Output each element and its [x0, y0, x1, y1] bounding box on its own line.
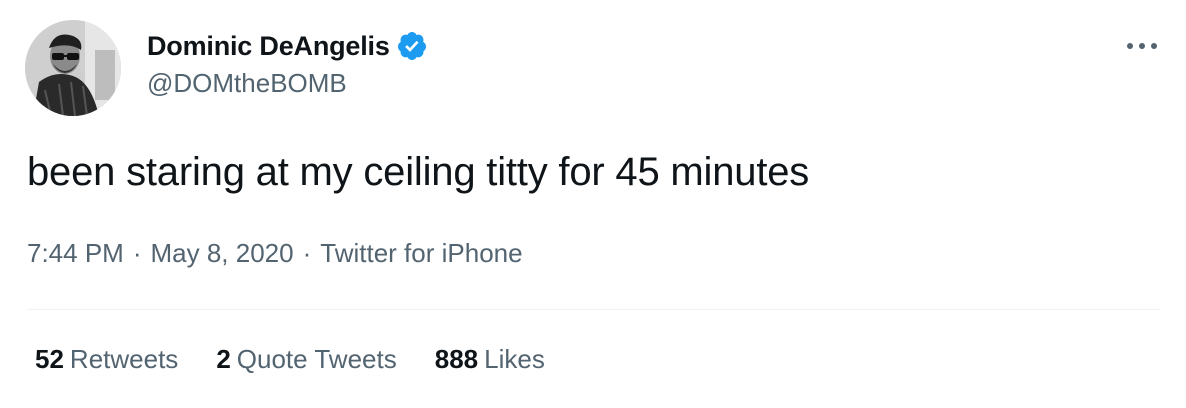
meta-separator: · — [132, 238, 142, 268]
verified-badge-icon — [396, 30, 428, 62]
author-display-name[interactable]: Dominic DeAngelis — [147, 31, 390, 62]
tweet-time-link[interactable]: 7:44 PM — [27, 238, 124, 268]
retweets-label: Retweets — [69, 344, 179, 374]
more-options-icon[interactable] — [1122, 36, 1162, 56]
likes-stat[interactable]: 888 Likes — [435, 344, 545, 375]
quote-tweets-stat[interactable]: 2 Quote Tweets — [216, 344, 396, 375]
retweets-stat[interactable]: 52 Retweets — [35, 344, 178, 375]
tweet-card: Dominic DeAngelis @DOMtheBOMB been stari… — [0, 0, 1186, 408]
profile-photo-icon — [25, 20, 121, 116]
meta-separator: · — [302, 238, 312, 268]
quote-tweets-label: Quote Tweets — [236, 344, 397, 374]
divider — [27, 309, 1160, 310]
tweet-date-link[interactable]: May 8, 2020 — [151, 238, 294, 268]
tweet-source-link[interactable]: Twitter for iPhone — [320, 238, 522, 268]
avatar[interactable] — [25, 20, 121, 116]
tweet-text: been staring at my ceiling titty for 45 … — [27, 150, 810, 194]
tweet-stats: 52 Retweets 2 Quote Tweets 888 Likes — [35, 344, 583, 375]
author-name-row[interactable]: Dominic DeAngelis — [147, 28, 428, 64]
quote-tweets-count: 2 — [216, 344, 231, 374]
retweets-count: 52 — [35, 344, 64, 374]
likes-label: Likes — [484, 344, 545, 374]
author-handle[interactable]: @DOMtheBOMB — [147, 68, 347, 99]
tweet-meta: 7:44 PM · May 8, 2020 · Twitter for iPhone — [27, 238, 523, 269]
likes-count: 888 — [434, 344, 479, 374]
